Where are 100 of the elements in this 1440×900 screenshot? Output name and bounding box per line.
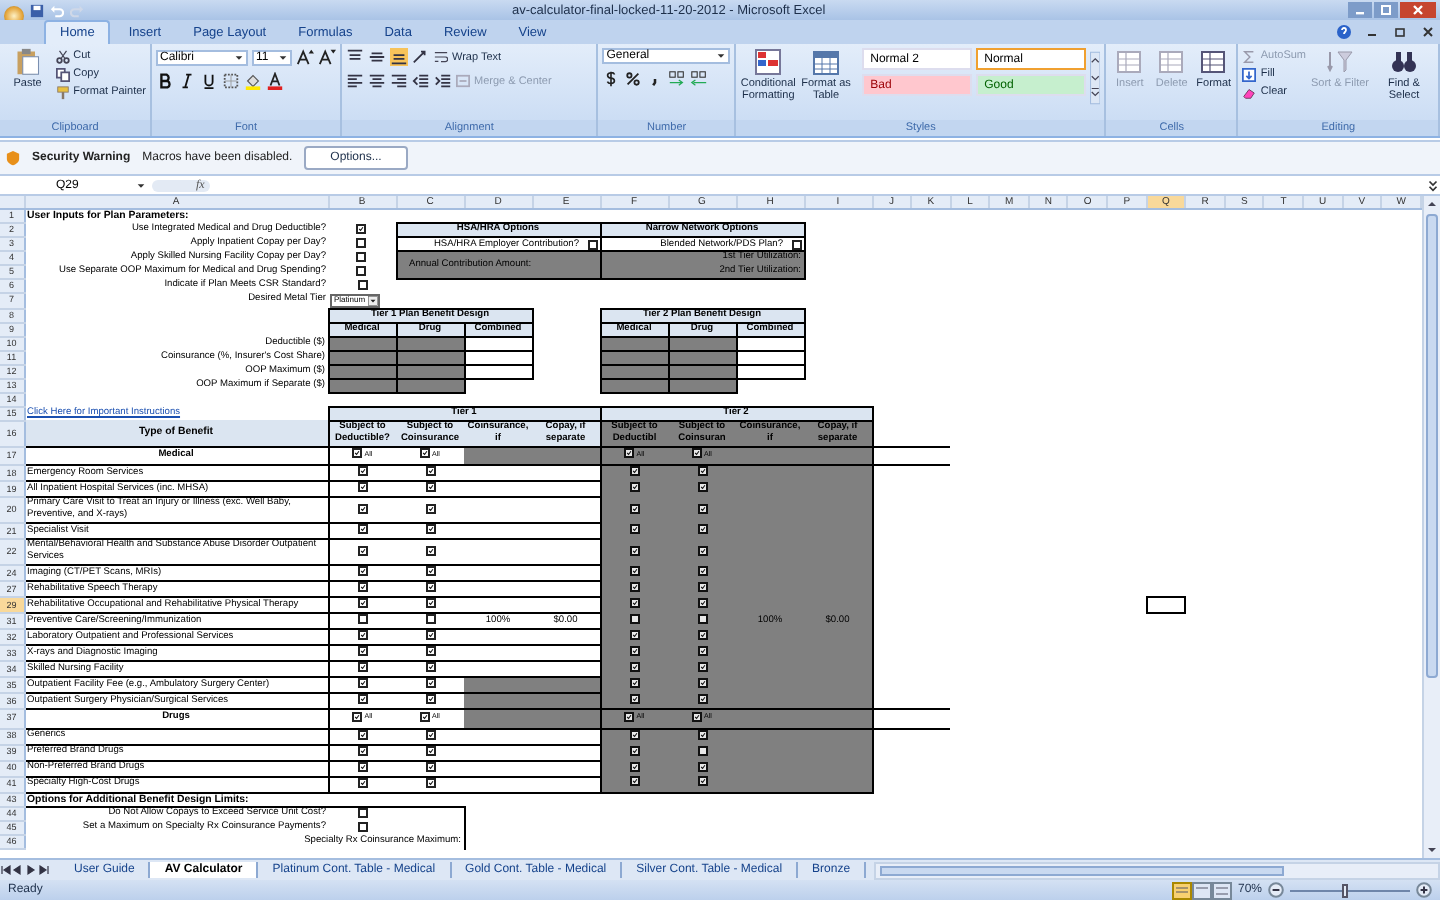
checkbox[interactable] [425,678,435,689]
checkbox[interactable] [425,630,435,641]
checkbox[interactable] [697,566,707,577]
checkbox[interactable] [629,761,640,772]
checkbox[interactable] [629,693,640,704]
checkbox[interactable] [357,678,368,689]
checkbox[interactable] [629,466,640,477]
checkbox[interactable] [697,776,707,787]
checkbox[interactable] [697,524,707,535]
input-cell[interactable] [736,336,804,351]
checkbox[interactable] [425,662,435,673]
vertical-scrollbar[interactable] [1422,196,1440,858]
checkbox[interactable] [425,614,435,625]
checkbox[interactable] [357,482,368,493]
checkbox[interactable] [425,582,435,593]
align-left-icon[interactable] [346,72,364,90]
input-cell[interactable] [736,364,804,379]
checkbox[interactable] [697,482,707,493]
checkbox[interactable] [357,524,368,535]
checkbox[interactable] [425,545,435,556]
input-cell[interactable] [464,350,532,365]
align-right-icon[interactable] [390,72,408,90]
checkbox[interactable] [356,251,367,262]
checkbox[interactable] [697,662,707,673]
checkbox[interactable] [356,223,367,234]
checkbox[interactable] [697,761,707,772]
align-bottom-icon[interactable] [390,48,408,66]
checkbox[interactable] [697,630,707,641]
save-icon[interactable] [30,3,44,17]
decrease-indent-icon[interactable] [412,72,430,90]
shrink-font-icon[interactable] [318,48,336,66]
close-icon[interactable] [1420,24,1436,40]
checkbox[interactable] [357,761,368,772]
page-view-icons[interactable] [1171,881,1232,899]
restore-icon[interactable] [1392,24,1408,40]
gallery-scroll-icon[interactable] [1090,48,1101,108]
checkbox[interactable] [425,482,435,493]
checkbox[interactable] [357,279,367,290]
checkbox[interactable] [356,237,367,248]
checkbox[interactable] [629,566,640,577]
checkbox[interactable] [357,503,368,514]
checkbox[interactable] [791,239,801,249]
checkbox[interactable] [697,466,707,477]
checkbox[interactable] [697,745,707,756]
checkbox[interactable] [629,614,640,625]
checkbox[interactable] [697,678,707,689]
input-cell[interactable] [464,364,532,379]
checkbox[interactable] [425,646,435,657]
close-icon[interactable] [1400,2,1436,18]
checkbox[interactable] [425,694,435,705]
orientation-icon[interactable] [412,48,430,66]
checkbox[interactable] [357,646,368,657]
checkbox[interactable] [425,729,435,740]
bold-icon[interactable] [156,72,174,90]
currency-icon[interactable] [602,70,621,88]
checkbox[interactable] [629,729,640,740]
checkbox[interactable] [357,598,368,609]
checkbox[interactable] [697,503,707,514]
checkbox[interactable] [697,614,707,625]
checkbox[interactable] [425,761,435,772]
checkbox[interactable] [357,662,368,673]
checkbox[interactable] [697,598,707,609]
checkbox[interactable] [692,711,703,722]
checkbox[interactable] [425,466,435,477]
checkbox[interactable] [629,630,640,641]
checkbox[interactable] [357,777,368,788]
down-arrow-icon[interactable] [1424,842,1440,858]
percent-icon[interactable] [624,70,643,88]
checkbox[interactable] [629,646,640,657]
grow-font-icon[interactable] [296,48,314,66]
checkbox[interactable] [357,729,368,740]
help-icon[interactable] [1336,24,1352,40]
checkbox[interactable] [629,503,640,514]
checkbox[interactable] [357,614,368,625]
checkbox[interactable] [357,466,368,477]
checkbox[interactable] [692,448,703,459]
align-middle-icon[interactable] [368,48,386,66]
checkbox[interactable] [357,630,368,641]
checkbox[interactable] [629,524,640,535]
checkbox[interactable] [629,582,640,593]
italic-icon[interactable] [178,72,196,90]
checkbox[interactable] [629,662,640,673]
checkbox[interactable] [352,448,363,459]
checkbox[interactable] [352,711,363,722]
checkbox[interactable] [587,239,597,249]
align-top-icon[interactable] [346,48,364,66]
checkbox[interactable] [697,545,707,556]
checkbox[interactable] [697,646,707,657]
borders-icon[interactable] [222,72,240,90]
checkbox[interactable] [629,776,640,787]
checkbox[interactable] [357,821,367,832]
checkbox[interactable] [624,711,635,722]
checkbox[interactable] [629,545,640,556]
checkbox[interactable] [357,808,367,818]
increase-decimal-icon[interactable] [668,70,687,88]
checkbox[interactable] [425,745,435,756]
up-arrow-icon[interactable] [1424,196,1440,212]
checkbox[interactable] [425,503,435,514]
checkbox[interactable] [425,566,435,577]
checkbox[interactable] [425,777,435,788]
